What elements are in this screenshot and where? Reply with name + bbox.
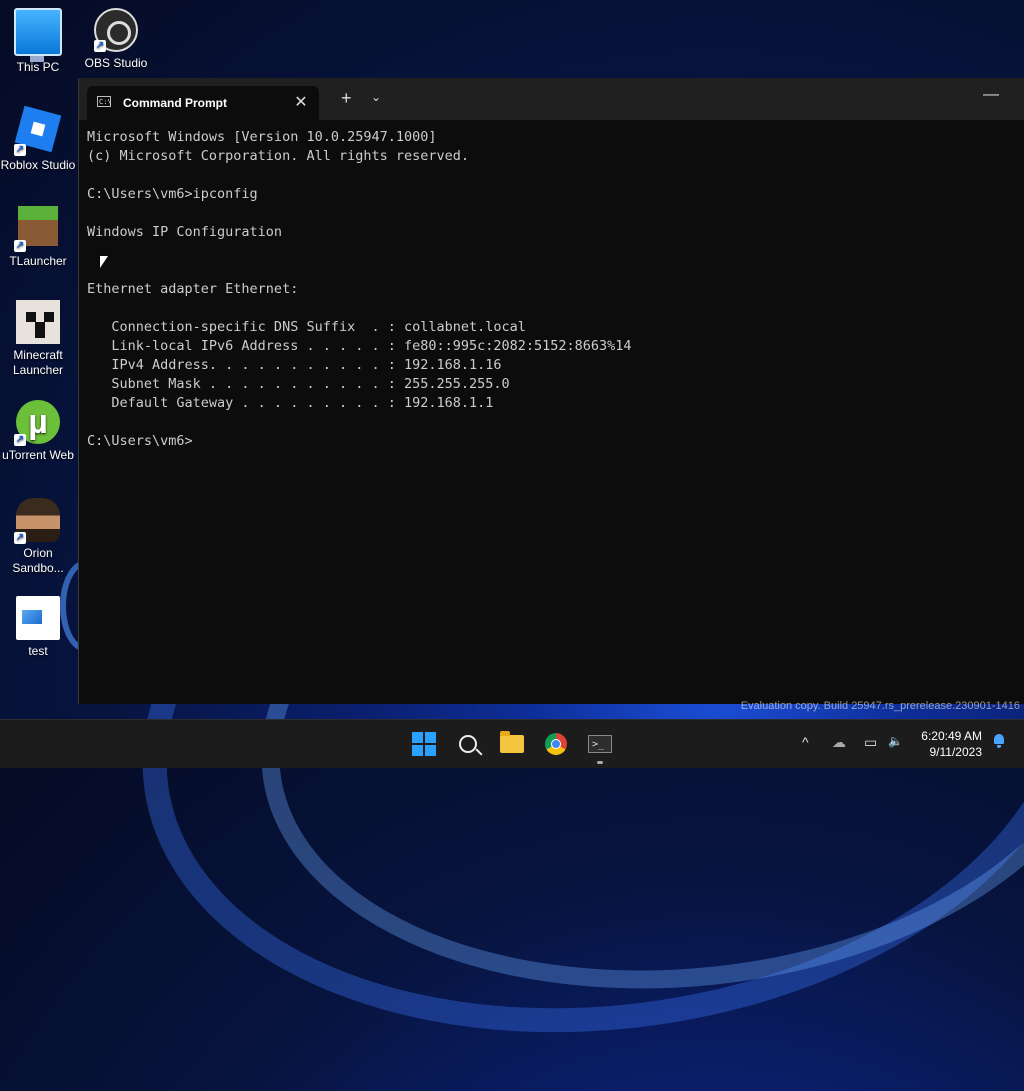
creeper-icon [16, 300, 60, 344]
console-line: C:\Users\vm6>ipconfig [87, 186, 258, 202]
chrome-icon [545, 733, 567, 755]
desktop-icon-obs-studio[interactable]: ↗ OBS Studio [78, 8, 154, 71]
desktop-icon-label: Minecraft Launcher [12, 348, 64, 377]
desktop-icon-label: uTorrent Web [2, 448, 74, 462]
notification-bell-icon[interactable] [992, 734, 1006, 748]
shortcut-arrow-icon: ↗ [14, 434, 26, 446]
volume-icon[interactable]: 🔈 [888, 734, 903, 748]
clock-time: 6:20:49 AM [921, 729, 982, 743]
console-line: Ethernet adapter Ethernet: [87, 281, 299, 297]
desktop-icon-utorrent-web[interactable]: µ ↗ uTorrent Web [0, 400, 76, 463]
terminal-icon: >_ [588, 735, 612, 753]
desktop-icon-label: Orion Sandbo... [12, 546, 64, 575]
desktop-icon-label: OBS Studio [84, 56, 148, 70]
console-line: Connection-specific DNS Suffix . : colla… [87, 319, 526, 335]
desktop-icon-label: TLauncher [9, 254, 67, 268]
search-icon [459, 735, 477, 753]
clock[interactable]: 6:20:49 AM 9/11/2023 [921, 728, 982, 760]
minimize-button[interactable]: — [983, 86, 999, 104]
clock-date: 9/11/2023 [929, 745, 983, 759]
desktop-icon-roblox-studio[interactable]: ↗ Roblox Studio [0, 105, 76, 173]
image-file-icon [16, 596, 60, 640]
chrome-button[interactable] [540, 728, 572, 760]
file-explorer-button[interactable] [496, 728, 528, 760]
console-line: Link-local IPv6 Address . . . . . : fe80… [87, 338, 632, 354]
start-button[interactable] [408, 728, 440, 760]
network-icon[interactable]: ▭ [864, 734, 877, 751]
title-bar[interactable]: C:\ Command Prompt ✕ + ⌄ — [79, 78, 1024, 120]
shortcut-arrow-icon: ↗ [14, 240, 26, 252]
roblox-icon: ↗ [14, 105, 62, 156]
console-line: Default Gateway . . . . . . . . . : 192.… [87, 395, 494, 411]
tab-command-prompt[interactable]: C:\ Command Prompt ✕ [87, 86, 319, 120]
close-tab-button[interactable]: ✕ [291, 92, 311, 112]
active-indicator [597, 761, 603, 764]
console-line: Subnet Mask . . . . . . . . . . . : 255.… [87, 376, 510, 392]
desktop-icon-test[interactable]: test [0, 596, 76, 659]
desktop-icon-orion-sandbox[interactable]: ↗ Orion Sandbo... [0, 498, 76, 576]
shortcut-arrow-icon: ↗ [14, 144, 26, 156]
new-tab-button[interactable]: + [341, 88, 352, 108]
search-button[interactable] [452, 728, 484, 760]
orion-icon: ↗ [14, 498, 60, 544]
desktop-icon-label: This PC [16, 60, 60, 74]
desktop-icon-tlauncher[interactable]: ↗ TLauncher [0, 204, 76, 269]
computer-icon [14, 8, 62, 62]
shortcut-arrow-icon: ↗ [94, 40, 106, 52]
utorrent-icon: µ ↗ [14, 400, 60, 446]
tab-dropdown-button[interactable]: ⌄ [371, 90, 381, 104]
desktop-icon-minecraft-launcher[interactable]: Minecraft Launcher [0, 300, 76, 378]
mouse-cursor-icon [100, 256, 108, 268]
console-output[interactable]: Microsoft Windows [Version 10.0.25947.10… [87, 128, 1017, 704]
console-line: IPv4 Address. . . . . . . . . . . : 192.… [87, 357, 502, 373]
file-explorer-icon [500, 731, 524, 753]
console-line: Microsoft Windows [Version 10.0.25947.10… [87, 129, 437, 145]
shortcut-arrow-icon: ↗ [14, 532, 26, 544]
onedrive-icon[interactable]: ☁ [832, 734, 846, 751]
console-line: (c) Microsoft Corporation. All rights re… [87, 148, 470, 164]
console-line: Windows IP Configuration [87, 224, 283, 240]
start-icon [412, 732, 436, 756]
desktop-icon-label: test [28, 644, 48, 658]
show-hidden-icons-button[interactable]: ^ [802, 734, 809, 750]
taskbar: >_ ^ ☁ ▭ 🔈 6:20:49 AM 9/11/2023 [0, 719, 1024, 768]
tab-title: Command Prompt [123, 96, 228, 110]
terminal-taskbar-button[interactable]: >_ [584, 728, 616, 764]
obs-icon: ↗ [94, 8, 138, 52]
grass-block-icon: ↗ [14, 206, 60, 252]
cmd-icon: C:\ [97, 96, 112, 107]
evaluation-watermark: Evaluation copy. Build 25947.rs_prerelea… [740, 700, 1020, 712]
terminal-window[interactable]: C:\ Command Prompt ✕ + ⌄ — Microsoft Win… [78, 78, 1024, 704]
desktop-icon-label: Roblox Studio [0, 158, 76, 172]
console-line: C:\Users\vm6> [87, 433, 193, 449]
desktop-icon-this-pc[interactable]: This PC [0, 8, 76, 75]
